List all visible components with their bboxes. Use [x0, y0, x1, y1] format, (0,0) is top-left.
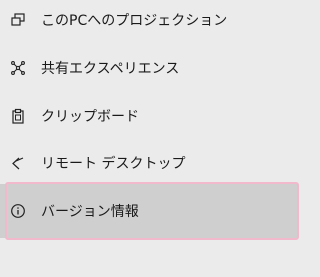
- nav-item-shared-experiences[interactable]: 共有エクスペリエンス: [0, 44, 307, 92]
- project-to-pc-icon: [9, 11, 27, 29]
- nav-item-label: バージョン情報: [41, 204, 139, 220]
- nav-item-clipboard[interactable]: クリップボード: [0, 92, 307, 140]
- nav-item-label: クリップボード: [41, 109, 139, 125]
- nav-item-label: リモート デスクトップ: [41, 156, 186, 172]
- nav-item-label: このPCへのプロジェクション: [41, 13, 228, 29]
- nav-item-remote-desktop[interactable]: リモート デスクトップ: [0, 139, 307, 187]
- nav-item-about[interactable]: バージョン情報: [0, 187, 307, 235]
- nav-item-project-to-pc[interactable]: このPCへのプロジェクション: [0, 0, 307, 44]
- settings-nav-menu: このPCへのプロジェクション 共有エクスペリエンス クリップボード リモート デ…: [0, 0, 307, 277]
- nav-item-label: 共有エクスペリエンス: [41, 61, 180, 77]
- remote-desktop-icon: [9, 154, 27, 172]
- shared-experiences-icon: [9, 59, 27, 77]
- info-icon: [9, 202, 27, 220]
- clipboard-icon: [9, 107, 27, 125]
